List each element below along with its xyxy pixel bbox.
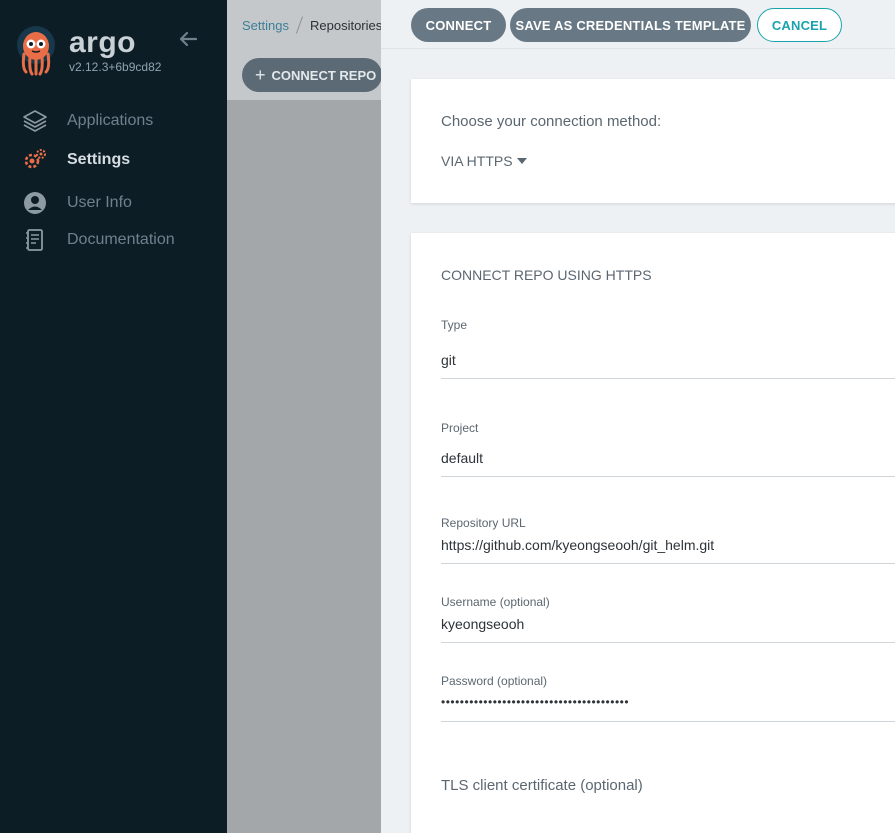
sidebar-item-documentation[interactable]: Documentation (0, 223, 227, 257)
project-select[interactable]: default (441, 450, 895, 477)
connection-method-value: VIA HTTPS (441, 153, 513, 169)
layers-icon (22, 108, 48, 134)
cancel-button[interactable]: CANCEL (757, 8, 842, 42)
repository-url-input[interactable]: https://github.com/kyeongseooh/git_helm.… (441, 537, 895, 564)
sidebar-item-label: Applications (67, 112, 154, 129)
connection-method-label: Choose your connection method: (441, 113, 662, 130)
connection-method-dropdown[interactable]: VIA HTTPS (441, 153, 527, 169)
sidebar-item-applications[interactable]: Applications (0, 104, 227, 138)
gear-icon (22, 147, 48, 173)
sidebar: argo v2.12.3+6b9cd82 Applications Settin… (0, 0, 227, 833)
username-input[interactable]: kyeongseooh (441, 616, 895, 643)
sidebar-item-label: Settings (67, 151, 131, 168)
brand-name: argo (69, 26, 137, 59)
connect-repo-panel: CONNECT SAVE AS CREDENTIALS TEMPLATE CAN… (381, 0, 895, 833)
breadcrumb-repositories: Repositories (309, 18, 383, 33)
tls-client-certificate-label: TLS client certificate (optional) (441, 777, 643, 794)
background-page-header: Settings Repositories + CONNECT REPO (227, 0, 383, 100)
sidebar-item-label: User Info (67, 194, 132, 211)
book-icon (22, 227, 48, 253)
breadcrumb-separator (295, 16, 304, 34)
plus-icon: + (255, 64, 266, 85)
connect-repo-button[interactable]: + CONNECT REPO (242, 58, 382, 92)
save-as-credentials-template-button[interactable]: SAVE AS CREDENTIALS TEMPLATE (510, 8, 751, 42)
sidebar-item-user-info[interactable]: User Info (0, 186, 227, 220)
connect-form-card: CONNECT REPO USING HTTPS Type git Projec… (411, 233, 895, 833)
username-label: Username (optional) (441, 595, 550, 609)
sidebar-item-label: Documentation (67, 231, 175, 248)
password-input[interactable]: •••••••••••••••••••••••••••••••••••••••• (441, 695, 895, 722)
background-page-overlay[interactable]: Settings Repositories + CONNECT REPO (227, 0, 383, 833)
project-label: Project (441, 421, 479, 435)
connect-repo-label: CONNECT REPO (271, 67, 377, 83)
panel-toolbar: CONNECT SAVE AS CREDENTIALS TEMPLATE CAN… (381, 0, 895, 49)
connection-method-card: Choose your connection method: VIA HTTPS (411, 79, 895, 203)
breadcrumb: Settings Repositories (242, 16, 383, 34)
argo-logo (16, 24, 60, 76)
form-title: CONNECT REPO USING HTTPS (441, 267, 652, 283)
repository-url-label: Repository URL (441, 516, 526, 530)
collapse-sidebar-arrow-icon[interactable] (177, 28, 199, 50)
password-label: Password (optional) (441, 674, 548, 688)
version-label: v2.12.3+6b9cd82 (69, 60, 162, 74)
sidebar-item-settings[interactable]: Settings (0, 143, 227, 177)
caret-down-icon (516, 158, 527, 164)
type-select[interactable]: git (441, 352, 895, 379)
breadcrumb-settings[interactable]: Settings (242, 18, 289, 33)
user-icon (22, 190, 48, 216)
connect-button[interactable]: CONNECT (411, 8, 506, 42)
type-label: Type (441, 318, 468, 332)
